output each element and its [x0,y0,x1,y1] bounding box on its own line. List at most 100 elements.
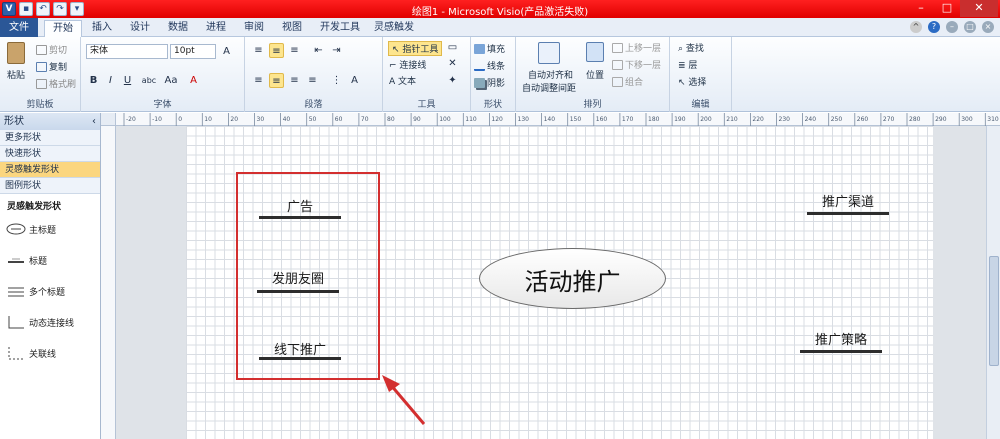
align-right-icon[interactable]: ≡ [287,73,302,88]
legend-shapes-row[interactable]: 图例形状 [0,178,100,194]
clipboard-group: 粘贴 剪切 复制 格式刷 剪贴板 [0,37,81,112]
stencil-main-title[interactable]: 主标题 [0,214,100,245]
text-direction-icon[interactable]: A [347,73,362,88]
snap-icon[interactable]: ✦ [445,73,460,88]
stencil-multi-title[interactable]: 多个标题 [0,276,100,307]
position-button[interactable]: 位置 [586,68,604,81]
underline-button[interactable]: U [120,73,135,88]
bold-button[interactable]: B [86,73,101,88]
stencil-title: 灵感触发形状 [7,202,62,212]
select-button[interactable]: ↖ 选择 [678,75,706,88]
justify-icon[interactable]: ≡ [305,73,320,88]
cut-button[interactable]: 剪切 [36,43,67,56]
tab-brainstorm[interactable]: 灵感触发 [366,20,422,37]
topic-channels-label: 推广渠道 [821,195,874,210]
ruler-tick-label: 190 [674,116,686,123]
maximize-button[interactable]: □ [934,0,960,17]
font-size-select[interactable]: 10pt [170,44,216,59]
line-button[interactable]: 线条 [474,59,505,72]
group-button[interactable]: 组合 [612,75,643,88]
topic-underline [800,350,882,353]
close-doc-icon[interactable]: × [982,21,994,33]
tab-insert[interactable]: 插入 [84,20,120,37]
ruler-tick-label: 70 [361,116,369,123]
minimize-button[interactable]: – [908,0,934,17]
fill-label: 填充 [487,45,506,55]
bullets-icon[interactable]: ⋮ [329,73,344,88]
stencil-title-shape[interactable]: 标题 [0,245,100,276]
tab-developer[interactable]: 开发工具 [312,20,368,37]
position-icon[interactable] [586,42,604,62]
collapse-ribbon-icon[interactable]: ^ [910,21,922,33]
tab-home[interactable]: 开始 [44,20,82,38]
format-painter-button[interactable]: 格式刷 [36,77,76,90]
ruler-tick-label: 250 [831,116,843,123]
decrease-indent-icon[interactable]: ⇤ [311,43,326,58]
stencil-dynamic-connector[interactable]: 动态连接线 [0,307,100,338]
connector-shape-icon [8,316,24,329]
paste-icon[interactable] [7,42,25,64]
font-color-button[interactable]: A [186,73,201,88]
paste-button[interactable]: 粘贴 [7,68,25,81]
tab-view[interactable]: 视图 [274,20,310,37]
align-bottom-icon[interactable]: ≡ [287,43,302,58]
auto-space-label[interactable]: 自动调整间距 [522,81,576,94]
vertical-scrollbar[interactable] [986,126,1000,439]
title-shape-icon [8,258,24,263]
tab-file[interactable]: 文件 [0,18,38,37]
ellipse-shape-icon [6,223,26,235]
vertical-ruler[interactable] [101,126,116,439]
bring-forward-button[interactable]: 上移一层 [612,41,661,54]
align-center-icon[interactable]: ≡ [269,73,284,88]
stencil-relation-line-label: 关联线 [29,350,57,360]
help-icon[interactable]: ? [928,21,940,33]
align-top-icon[interactable]: ≡ [251,43,266,58]
ruler-tick-label: 30 [257,116,265,123]
send-backward-icon [612,60,623,70]
close-button[interactable]: ✕ [960,0,998,17]
italic-button[interactable]: I [103,73,118,88]
ruler-tick-label: 290 [935,116,947,123]
grow-font-icon[interactable]: A [219,44,234,59]
connector-button[interactable]: ⌐ 连接线 [389,58,426,71]
restore-doc-icon[interactable]: □ [964,21,976,33]
horizontal-ruler[interactable]: -20 -10 0 10 20 30 40 50 60 70 80 90 100 110 120 130 140… [116,113,1000,126]
find-button[interactable]: ⌕ 查找 [678,41,704,54]
brainstorm-shapes-row[interactable]: 灵感触发形状 [0,162,100,178]
align-middle-icon[interactable]: ≡ [269,43,284,58]
collapse-pane-icon[interactable]: ‹ [92,113,96,130]
minimize-doc-icon[interactable]: – [946,21,958,33]
auto-align-label[interactable]: 自动对齐和 [528,68,573,81]
quick-shapes-row[interactable]: 快速形状 [0,146,100,162]
ruler-corner [101,113,116,126]
copy-button[interactable]: 复制 [36,60,67,73]
tab-design[interactable]: 设计 [122,20,158,37]
highlight-arrow-icon [382,375,426,425]
scrollbar-thumb[interactable] [989,256,999,366]
font-family-select[interactable]: 宋体 [86,44,168,59]
stencil-relation-line[interactable]: 关联线 [0,338,100,369]
rectangle-shape-icon[interactable]: ▭ [445,40,460,55]
increase-indent-icon[interactable]: ⇥ [329,43,344,58]
change-case-button[interactable]: Aa [161,73,181,88]
close-x-icon[interactable]: ✕ [445,56,460,71]
strikethrough-button[interactable]: abc [138,73,160,88]
auto-align-icon[interactable] [538,42,560,64]
ruler-tick-label: 240 [805,116,817,123]
tab-data[interactable]: 数据 [160,20,196,37]
tab-process[interactable]: 进程 [198,20,234,37]
tab-review[interactable]: 审阅 [236,20,272,37]
text-tool-button[interactable]: A 文本 [389,74,416,87]
pointer-tool-button[interactable]: ↖ 指针工具 [388,41,443,56]
fill-button[interactable]: 填充 [474,42,505,55]
ribbon-tabs: 文件 开始 插入 设计 数据 进程 审阅 视图 开发工具 灵感触发 ^ ? – … [0,18,1000,38]
send-backward-button[interactable]: 下移一层 [612,58,661,71]
topic-channels[interactable]: 推广渠道 [807,191,889,215]
shadow-button[interactable]: 阴影 [474,76,505,89]
topic-strategy[interactable]: 推广策略 [800,329,882,353]
layers-button[interactable]: ≣ 层 [678,58,697,71]
ruler-tick-label: 180 [648,116,660,123]
more-shapes-row[interactable]: 更多形状 [0,130,100,146]
bring-forward-icon [612,43,623,53]
align-left-icon[interactable]: ≡ [251,73,266,88]
